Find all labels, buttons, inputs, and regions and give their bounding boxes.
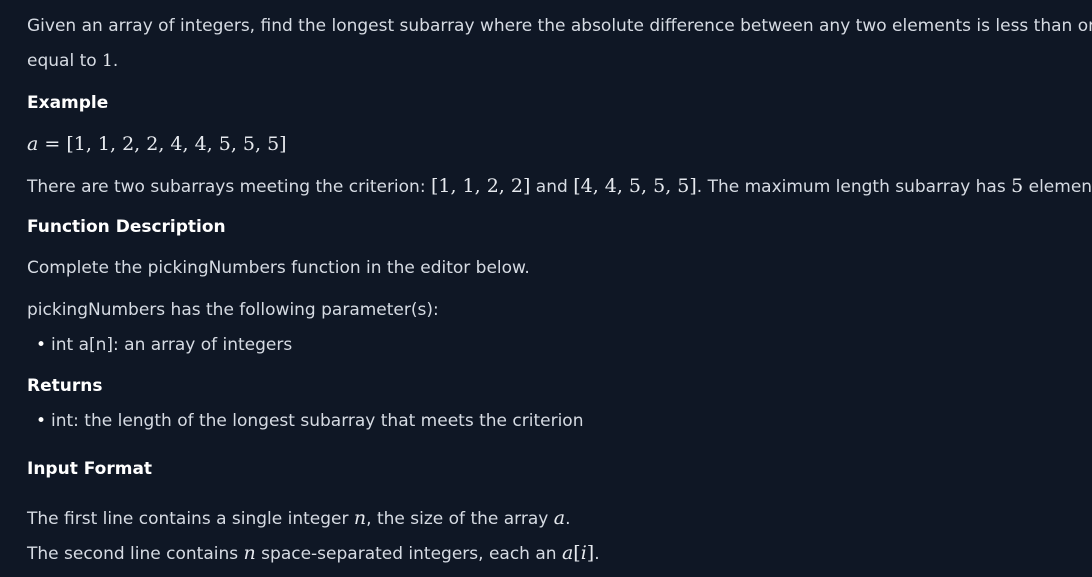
criterion-count: 5 bbox=[1011, 175, 1024, 197]
list-item: • int: the length of the longest subarray… bbox=[36, 411, 583, 431]
params-intro: pickingNumbers has the following paramet… bbox=[27, 300, 439, 320]
criterion-line: There are two subarrays meeting the crit… bbox=[27, 175, 1092, 197]
input-math-expr: a[i] bbox=[562, 542, 594, 564]
function-description: Complete the pickingNumbers function in … bbox=[27, 258, 530, 278]
bullet-icon: • bbox=[36, 411, 47, 431]
input-text-cont: , the size of the array bbox=[366, 509, 554, 529]
returns-text: int: the length of the longest subarray … bbox=[51, 411, 584, 431]
intro-line-1: Given an array of integers, find the lon… bbox=[27, 16, 1092, 36]
expr-a: a bbox=[561, 542, 574, 564]
example-var: a bbox=[27, 133, 39, 155]
param-text: int a[n]: an array of integers bbox=[51, 335, 293, 355]
example-array-values: [1, 1, 2, 2, 4, 4, 5, 5, 5] bbox=[66, 133, 287, 155]
criterion-text: There are two subarrays meeting the crit… bbox=[27, 177, 431, 197]
input-format-heading: Input Format bbox=[27, 459, 153, 479]
intro-math-value: 1 bbox=[102, 51, 113, 71]
input-end: . bbox=[565, 509, 571, 529]
intro-end: . bbox=[112, 51, 119, 71]
input-end: . bbox=[594, 544, 600, 564]
input-math-n: n bbox=[353, 507, 367, 529]
criterion-text-2: . The maximum length subarray has bbox=[696, 177, 1012, 197]
criterion-and: and bbox=[530, 177, 574, 197]
expr-open: [ bbox=[573, 542, 581, 564]
input-text: The first line contains a single integer bbox=[27, 509, 354, 529]
input-math-n: n bbox=[243, 542, 256, 564]
criterion-text-3: elements. bbox=[1028, 177, 1092, 197]
bullet-icon: • bbox=[36, 335, 47, 355]
intro-text-cont: equal to bbox=[27, 51, 103, 71]
returns-heading: Returns bbox=[27, 376, 103, 396]
input-text-cont: space-separated integers, each an bbox=[255, 544, 562, 564]
input-line-2: The second line contains n space-separat… bbox=[27, 542, 600, 564]
list-item: • int a[n]: an array of integers bbox=[36, 335, 292, 355]
function-heading: Function Description bbox=[27, 217, 226, 237]
input-math-a: a bbox=[553, 507, 566, 529]
input-text: The second line contains bbox=[27, 544, 244, 564]
example-heading: Example bbox=[27, 93, 109, 113]
input-line-1: The first line contains a single integer… bbox=[27, 507, 570, 529]
intro-line-2: equal to 1. bbox=[27, 51, 118, 71]
intro-text: Given an array of integers, find the lon… bbox=[27, 16, 1092, 36]
example-eq: = bbox=[38, 133, 67, 155]
example-array: a = [1, 1, 2, 2, 4, 4, 5, 5, 5] bbox=[27, 133, 287, 155]
criterion-subarray-1: [1, 1, 2, 2] bbox=[430, 175, 531, 197]
criterion-subarray-2: [4, 4, 5, 5, 5] bbox=[573, 175, 697, 197]
